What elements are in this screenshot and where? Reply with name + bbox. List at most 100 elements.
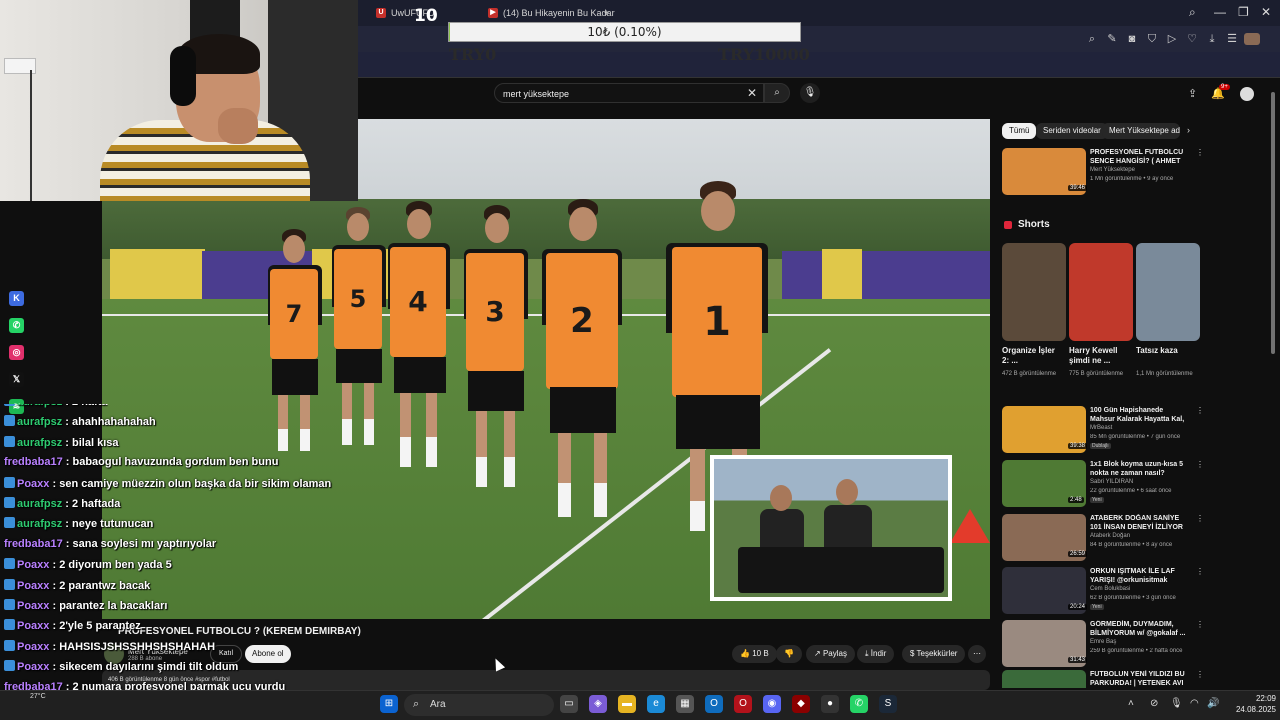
play-icon[interactable]: ▷ bbox=[1166, 33, 1178, 45]
copilot-icon[interactable]: ◈ bbox=[589, 695, 607, 713]
task-view-icon[interactable]: ▭ bbox=[560, 695, 578, 713]
more-options-icon[interactable]: ⋮ bbox=[1196, 514, 1202, 523]
recommendation-item[interactable]: FUTBOLUN YENİ YILDIZI BU PARKURDA! | YET… bbox=[1002, 670, 1202, 688]
more-options-icon[interactable]: ⋮ bbox=[1196, 406, 1202, 415]
discord-icon[interactable]: ◉ bbox=[763, 695, 781, 713]
obs-icon[interactable]: ● bbox=[821, 695, 839, 713]
short-thumbnail[interactable] bbox=[1136, 243, 1200, 341]
account-avatar[interactable] bbox=[1240, 87, 1254, 101]
opera-gx-icon[interactable]: O bbox=[734, 695, 752, 713]
kick-icon[interactable]: K bbox=[9, 291, 24, 306]
network-icon[interactable]: ⊘ bbox=[1150, 698, 1158, 709]
download-icon[interactable]: ⤓ bbox=[1206, 33, 1218, 45]
recommendation-title[interactable]: FUTBOLUN YENİ YILDIZI BU PARKURDA! | YET… bbox=[1090, 670, 1188, 688]
chevron-up-icon[interactable]: ˄ bbox=[1128, 698, 1134, 709]
recommendation-item[interactable]: 2:48 1x1 Blok koyma uzun-kısa 5 nokta ne … bbox=[1002, 460, 1202, 510]
store-icon[interactable]: ▦ bbox=[676, 695, 694, 713]
short-title[interactable]: Organize İşler 2: ... bbox=[1002, 346, 1062, 366]
app-icon[interactable]: ◆ bbox=[792, 695, 810, 713]
more-options-icon[interactable]: ⋮ bbox=[1196, 148, 1202, 157]
search-button[interactable]: ⌕ bbox=[764, 83, 790, 103]
recommendation-channel[interactable]: Cem Bolukbasi bbox=[1090, 586, 1130, 592]
recommendation-title[interactable]: PROFESYONEL FUTBOLCU SENCE HANGİSİ? ( AH… bbox=[1090, 148, 1188, 166]
recommendation-title[interactable]: ORKUN IŞITMAK İLE LAF YARIŞI! @orkunisit… bbox=[1090, 567, 1188, 585]
taskbar-search[interactable]: ⌕ Ara bbox=[404, 694, 554, 716]
chip-all[interactable]: Tümü bbox=[1002, 123, 1037, 139]
close-window-icon[interactable]: ✕ bbox=[1261, 5, 1271, 19]
video-thumbnail[interactable]: 39:38 bbox=[1002, 406, 1088, 453]
recommendation-title[interactable]: 100 Gün Hapishanede Mahsur Kalarak Hayat… bbox=[1090, 406, 1188, 424]
short-title[interactable]: Tatsız kaza bbox=[1136, 346, 1196, 356]
video-thumbnail[interactable]: 26:59 bbox=[1002, 514, 1088, 561]
menu-icon[interactable]: ☰ bbox=[1226, 33, 1238, 45]
search-icon[interactable]: ⌕ bbox=[1086, 33, 1098, 45]
recommendation-channel[interactable]: Ataberk Doğan bbox=[1090, 533, 1130, 539]
shield-icon[interactable]: ⛉ bbox=[1146, 33, 1158, 45]
chip-series[interactable]: Seriden videolar bbox=[1036, 123, 1108, 139]
weather-widget[interactable]: 27°C bbox=[30, 693, 46, 700]
recommendation-item[interactable]: 31:43 GÖRMEDİM, DUYMADIM, BİLMİYORUM w/ @… bbox=[1002, 620, 1202, 670]
whatsapp-icon[interactable]: ✆ bbox=[9, 318, 24, 333]
chevron-right-icon[interactable]: › bbox=[1187, 125, 1190, 135]
wifi-icon[interactable]: ◠ bbox=[1190, 698, 1199, 709]
instagram-icon[interactable]: ◎ bbox=[9, 345, 24, 360]
edge-icon[interactable]: e bbox=[647, 695, 665, 713]
dislike-button[interactable]: 👎 bbox=[776, 645, 802, 663]
search-tabs-icon[interactable]: ⌕ bbox=[1189, 5, 1196, 20]
thanks-button[interactable]: $ Teşekkürler bbox=[902, 645, 966, 663]
windows-start-icon[interactable]: ⊞ bbox=[380, 695, 398, 713]
whatsapp-icon[interactable]: ✆ bbox=[850, 695, 868, 713]
subscribe-button[interactable]: Abone ol bbox=[245, 645, 291, 663]
share-button[interactable]: ↗ Paylaş bbox=[806, 645, 855, 663]
recommendation-channel[interactable]: Sabri YILDIRAN bbox=[1090, 479, 1133, 485]
maximize-icon[interactable]: ❐ bbox=[1238, 5, 1249, 19]
more-options-icon[interactable]: ⋮ bbox=[1196, 670, 1202, 679]
video-thumbnail[interactable] bbox=[1002, 670, 1086, 688]
recommendation-meta: 22 görüntülenme • 6 saat önce bbox=[1090, 488, 1172, 494]
download-button[interactable]: ⤓ İndir bbox=[857, 645, 895, 663]
short-title[interactable]: Harry Kewell şimdi ne ... bbox=[1069, 346, 1129, 366]
edit-icon[interactable]: ✎ bbox=[1106, 33, 1118, 45]
system-clock[interactable]: 22:09 24.08.2025 bbox=[1226, 693, 1276, 715]
x-icon[interactable]: 𝕏 bbox=[9, 372, 24, 387]
upload-icon[interactable]: ⇪ bbox=[1188, 87, 1197, 100]
sidebar-scrollbar[interactable] bbox=[1271, 92, 1275, 354]
video-thumbnail[interactable]: 31:43 bbox=[1002, 620, 1088, 667]
new-tab-button[interactable]: + bbox=[598, 4, 615, 22]
video-thumbnail[interactable]: 20:24 bbox=[1002, 567, 1088, 614]
more-options-icon[interactable]: ⋮ bbox=[1196, 567, 1202, 576]
more-options-icon[interactable]: ⋮ bbox=[1196, 620, 1202, 629]
more-actions-icon[interactable]: ⋯ bbox=[968, 645, 986, 663]
microphone-icon[interactable]: 🎙 bbox=[1170, 698, 1183, 709]
recommendation-title[interactable]: 1x1 Blok koyma uzun-kısa 5 nokta ne zama… bbox=[1090, 460, 1188, 478]
search-box[interactable]: ✕ bbox=[494, 83, 764, 103]
recommendation-channel[interactable]: Mert Yüksektepe bbox=[1090, 167, 1135, 173]
recommendation-item[interactable]: 20:24 ORKUN IŞITMAK İLE LAF YARIŞI! @orku… bbox=[1002, 567, 1202, 617]
search-input[interactable] bbox=[495, 85, 735, 103]
chip-channel[interactable]: Mert Yüksektepe adlı bbox=[1102, 123, 1180, 139]
short-thumbnail[interactable] bbox=[1002, 243, 1066, 341]
clear-icon[interactable]: ✕ bbox=[747, 86, 757, 100]
recommendation-item[interactable]: 26:59 ATABERK DOĞAN SANİYE 101 İNSAN DENE… bbox=[1002, 514, 1202, 564]
recommendation-item[interactable]: 39:46 PROFESYONEL FUTBOLCU SENCE HANGİSİ?… bbox=[1002, 148, 1202, 198]
like-button[interactable]: 👍 10 B bbox=[732, 645, 777, 663]
heart-icon[interactable]: ♡ bbox=[1186, 33, 1198, 45]
recommendation-channel[interactable]: MrBeast bbox=[1090, 425, 1112, 431]
steam-icon[interactable]: S bbox=[879, 695, 897, 713]
recommendation-channel[interactable]: Emre Baş bbox=[1090, 639, 1116, 645]
more-options-icon[interactable]: ⋮ bbox=[1196, 460, 1202, 469]
recommendation-title[interactable]: GÖRMEDİM, DUYMADIM, BİLMİYORUM w/ @gokal… bbox=[1090, 620, 1188, 638]
outlook-icon[interactable]: O bbox=[705, 695, 723, 713]
microphone-icon[interactable]: 🎙 bbox=[800, 83, 820, 103]
video-thumbnail[interactable]: 2:48 bbox=[1002, 460, 1086, 507]
profile-icon[interactable] bbox=[1244, 33, 1260, 45]
volume-icon[interactable]: 🔊 bbox=[1207, 698, 1219, 709]
file-explorer-icon[interactable]: ▬ bbox=[618, 695, 636, 713]
video-duration: 39:38 bbox=[1068, 443, 1088, 449]
recommendation-title[interactable]: ATABERK DOĞAN SANİYE 101 İNSAN DENEYİ İZ… bbox=[1090, 514, 1188, 532]
short-thumbnail[interactable] bbox=[1069, 243, 1133, 341]
minimize-icon[interactable]: — bbox=[1214, 5, 1226, 19]
camera-icon[interactable]: ◙ bbox=[1126, 33, 1138, 45]
video-thumbnail[interactable]: 39:46 bbox=[1002, 148, 1088, 195]
recommendation-item[interactable]: 39:38 100 Gün Hapishanede Mahsur Kalarak … bbox=[1002, 406, 1202, 456]
